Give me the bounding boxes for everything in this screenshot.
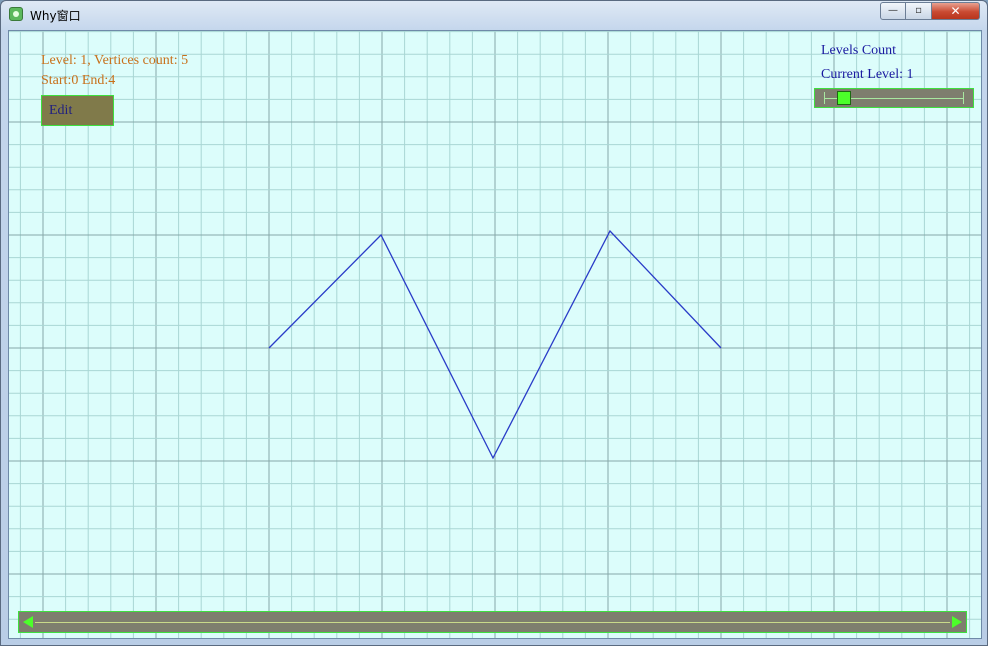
grid-canvas[interactable] (9, 31, 982, 639)
level-slider-thumb[interactable] (836, 91, 851, 105)
horizontal-scrollbar[interactable] (18, 611, 967, 633)
levels-count-label: Levels Count (821, 43, 897, 58)
title-bar[interactable]: Why窗口 — ▫ ✕ (1, 1, 987, 29)
edit-button[interactable]: Edit (41, 95, 114, 126)
app-icon (9, 7, 23, 21)
polyline-vertex[interactable] (608, 229, 612, 233)
polyline-vertex[interactable] (379, 233, 383, 237)
polyline-vertex[interactable] (719, 346, 723, 350)
level-info-text: Level: 1, Vertices count: 5 (41, 53, 189, 68)
app-window: Why窗口 — ▫ ✕ Level: 1, Vertices count: 5 … (0, 0, 988, 646)
maximize-button[interactable]: ▫ (906, 2, 932, 20)
drawing-canvas[interactable]: Level: 1, Vertices count: 5 Start:0 End:… (8, 30, 982, 639)
minimize-button[interactable]: — (880, 2, 906, 20)
polyline-vertex[interactable] (267, 346, 271, 350)
level-slider-max-tick (963, 92, 964, 104)
scroll-right-arrow-icon[interactable] (952, 616, 962, 628)
level-slider[interactable] (814, 88, 974, 108)
scrollbar-rail (35, 622, 950, 623)
start-end-info-text: Start:0 End:4 (41, 73, 116, 88)
current-level-label: Current Level: 1 (821, 67, 914, 82)
polyline-vertex[interactable] (491, 456, 495, 460)
scroll-left-arrow-icon[interactable] (23, 616, 33, 628)
window-title: Why窗口 (30, 9, 81, 23)
level-slider-min-tick (824, 92, 825, 104)
close-button[interactable]: ✕ (932, 2, 980, 20)
